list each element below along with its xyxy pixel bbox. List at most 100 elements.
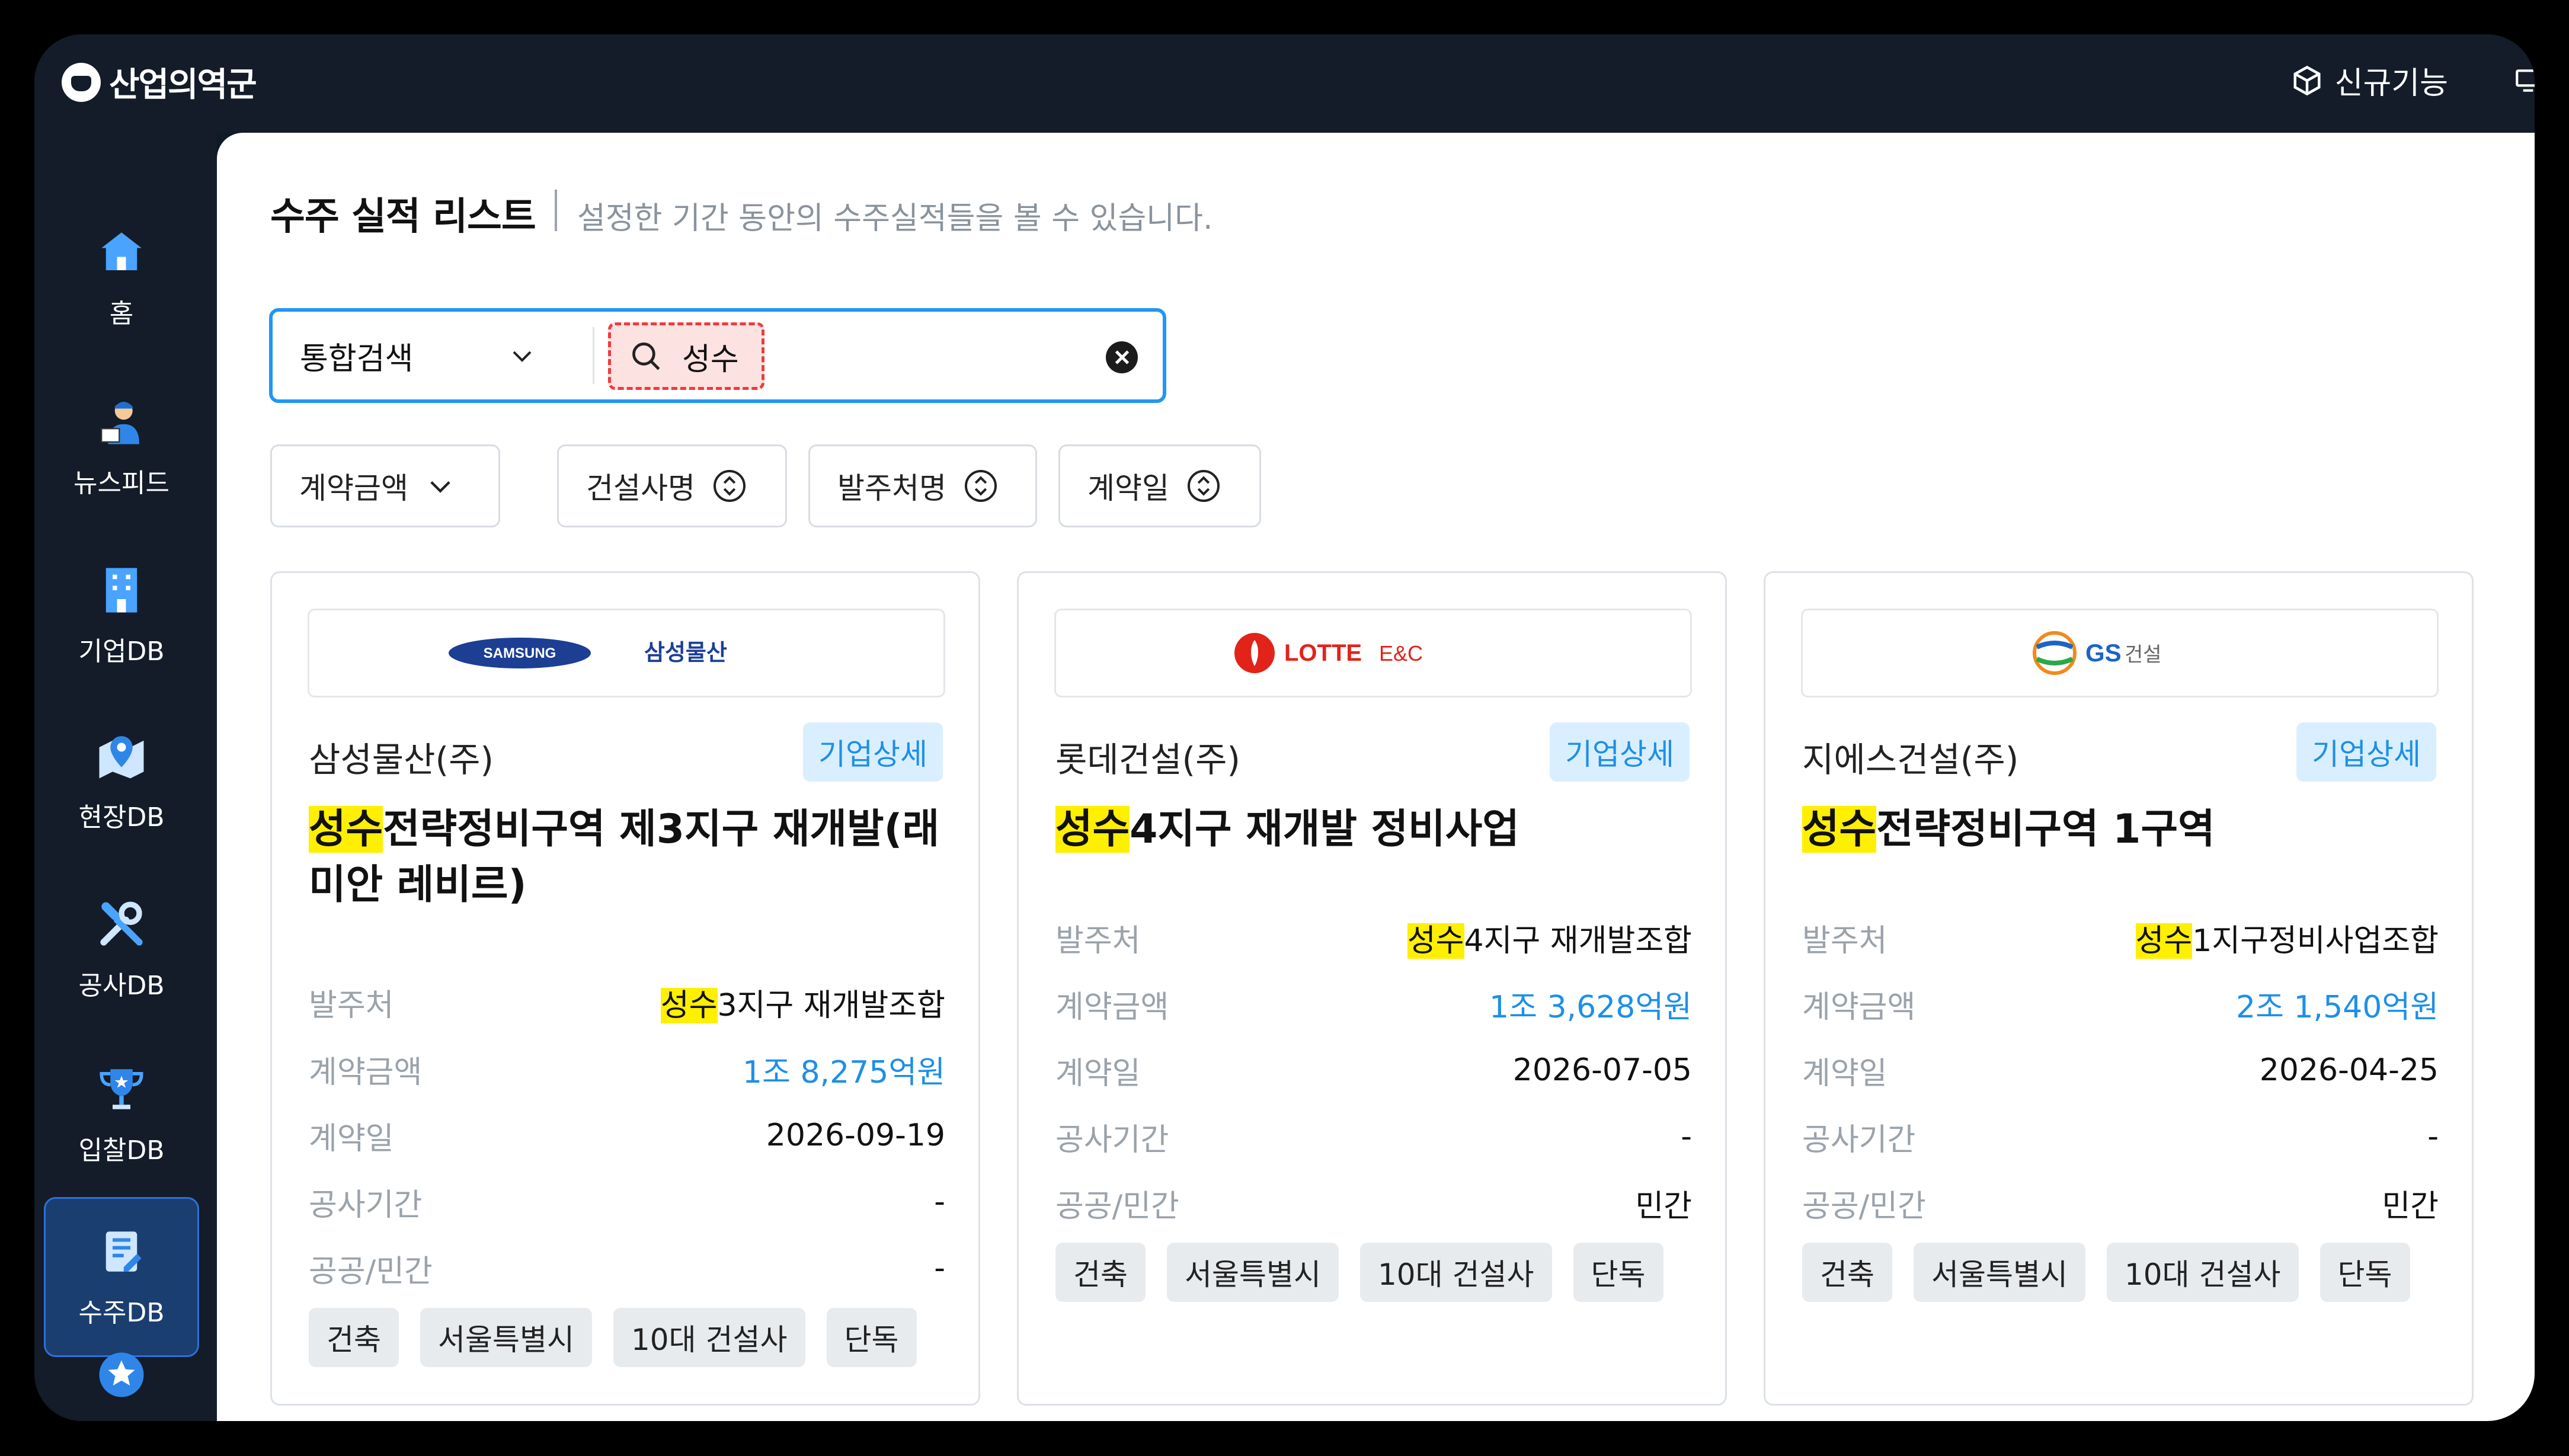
tag: 건축	[309, 1308, 399, 1367]
svg-text:건설: 건설	[2125, 643, 2162, 667]
app-logo[interactable]: 산업의역군	[62, 58, 257, 106]
tag: 10대 건설사	[613, 1308, 805, 1367]
sort-icon	[1188, 470, 1220, 502]
sidebar-item-label: 현장DB	[78, 802, 165, 833]
sidebar-item-newsfeed[interactable]: 뉴스피드	[44, 367, 199, 527]
sidebar-item-favorites[interactable]	[44, 1339, 199, 1410]
order-card[interactable]: SAMSUNG 삼성물산 삼성물산(주) 기업상세 성수전략정비구역 제3지구 …	[270, 571, 980, 1406]
info-row-client: 발주처 성수4지구 재개발조합	[1055, 923, 1692, 959]
company-logo: GS 건설	[1801, 609, 2439, 697]
news-icon	[101, 402, 139, 444]
building-icon	[105, 568, 137, 613]
sidebar-item-order-db[interactable]: 수주DB	[44, 1197, 199, 1357]
company-name: 지에스건설(주)	[1802, 740, 2019, 780]
tag: 서울특별시	[420, 1308, 592, 1367]
sidebar-item-site-db[interactable]: 현장DB	[44, 702, 199, 862]
sidebar-item-bid-db[interactable]: 입찰DB	[44, 1035, 199, 1195]
sidebar-item-company-db[interactable]: 기업DB	[44, 536, 199, 696]
info-row-amount: 계약금액 1조 3,628억원	[1055, 989, 1692, 1025]
filter-builder-name[interactable]: 건설사명	[557, 444, 787, 527]
info-row-sector: 공공/민간 민간	[1802, 1188, 2439, 1224]
logo-text: 산업의역군	[109, 66, 257, 104]
sidebar-item-home[interactable]: 홈	[44, 198, 199, 358]
new-feature-button[interactable]: 신규기능	[2291, 58, 2448, 103]
sidebar: 홈 뉴스피드 기업DB 현장DB 공사DB 입찰DB 수주DB	[34, 133, 217, 1421]
title-divider	[555, 190, 557, 231]
search-icon	[632, 343, 660, 370]
info-row-client: 발주처 성수1지구정비사업조합	[1802, 923, 2439, 959]
info-row-sector: 공공/민간 -	[309, 1250, 945, 1289]
sidebar-item-label: 수주DB	[78, 1298, 165, 1328]
order-card[interactable]: LOTTE E&C 롯데건설(주) 기업상세 성수4지구 재개발 정비사업 발주…	[1017, 571, 1727, 1406]
star-icon	[99, 1352, 144, 1397]
tag: 단독	[1573, 1243, 1663, 1302]
tools-icon	[100, 901, 143, 946]
info-row-period: 공사기간 -	[309, 1184, 945, 1223]
tag-list: 건축 서울특별시 10대 건설사 단독	[309, 1308, 917, 1367]
project-title[interactable]: 성수4지구 재개발 정비사업	[1055, 802, 1695, 857]
page-title: 수주 실적 리스트	[270, 195, 536, 239]
tag: 10대 건설사	[2107, 1243, 2299, 1302]
trophy-icon	[100, 1069, 143, 1109]
info-row-date: 계약일 2026-04-25	[1802, 1052, 2439, 1092]
company-name: 롯데건설(주)	[1055, 740, 1241, 780]
page-subtitle: 설정한 기간 동안의 수주실적들을 볼 수 있습니다.	[577, 201, 1213, 236]
tag-list: 건축 서울특별시 10대 건설사 단독	[1055, 1243, 1663, 1302]
order-card[interactable]: GS 건설 지에스건설(주) 기업상세 성수전략정비구역 1구역 발주처 성수1…	[1764, 571, 2474, 1406]
svg-text:GS: GS	[2085, 639, 2122, 667]
filter-client-name[interactable]: 발주처명	[808, 444, 1037, 527]
info-row-period: 공사기간 -	[1055, 1119, 1692, 1158]
sidebar-item-construction-db[interactable]: 공사DB	[44, 870, 199, 1030]
chevron-down-icon	[513, 351, 532, 362]
clear-search-button[interactable]	[1106, 341, 1138, 373]
company-logo: LOTTE E&C	[1054, 609, 1692, 697]
top-bar: 산업의역군 신규기능	[34, 34, 2535, 133]
samsung-logo: SAMSUNG 삼성물산	[449, 638, 727, 668]
company-detail-button[interactable]: 기업상세	[803, 722, 943, 782]
filter-label: 건설사명	[586, 471, 695, 505]
sort-icon	[714, 470, 746, 502]
tag: 건축	[1802, 1243, 1892, 1302]
tag: 단독	[826, 1308, 917, 1367]
filter-label: 계약일	[1087, 471, 1169, 505]
project-title[interactable]: 성수전략정비구역 제3지구 재개발(래미안 레비르)	[309, 802, 949, 913]
search-divider	[593, 327, 594, 384]
sidebar-item-label: 기업DB	[78, 636, 165, 667]
info-row-amount: 계약금액 1조 8,275억원	[309, 1054, 945, 1090]
tag: 서울특별시	[1914, 1243, 2085, 1302]
company-logo: SAMSUNG 삼성물산	[308, 609, 945, 697]
main-panel: 수주 실적 리스트 설정한 기간 동안의 수주실적들을 볼 수 있습니다. 통합…	[217, 133, 2535, 1421]
cube-icon	[2293, 65, 2321, 95]
search-query: 성수	[682, 341, 739, 377]
company-detail-button[interactable]: 기업상세	[2296, 722, 2436, 782]
svg-text:SAMSUNG: SAMSUNG	[484, 645, 556, 661]
gs-logo: GS 건설	[2033, 631, 2162, 675]
info-row-period: 공사기간 -	[1802, 1119, 2439, 1158]
tag: 단독	[2320, 1243, 2410, 1302]
company-detail-button[interactable]: 기업상세	[1550, 722, 1690, 782]
filter-contract-date[interactable]: 계약일	[1058, 444, 1261, 527]
map-pin-icon	[99, 736, 144, 779]
tag: 서울특별시	[1167, 1243, 1339, 1302]
info-row-date: 계약일 2026-07-05	[1055, 1052, 1692, 1092]
document-icon	[105, 1231, 142, 1272]
info-row-client: 발주처 성수3지구 재개발조합	[309, 987, 945, 1023]
search-input[interactable]: 성수	[608, 322, 764, 390]
info-row-sector: 공공/민간 민간	[1055, 1188, 1692, 1224]
company-name: 삼성물산(주)	[309, 740, 494, 780]
logo-helmet-icon	[62, 62, 101, 102]
chevron-down-icon	[430, 481, 450, 493]
tag: 10대 건설사	[1360, 1243, 1552, 1302]
filter-contract-amount[interactable]: 계약금액	[270, 444, 500, 527]
sidebar-item-label: 입찰DB	[78, 1135, 165, 1166]
tag-list: 건축 서울특별시 10대 건설사 단독	[1802, 1243, 2410, 1302]
info-row-date: 계약일 2026-09-19	[309, 1118, 945, 1157]
project-title[interactable]: 성수전략정비구역 1구역	[1802, 802, 2442, 857]
search-scope-select[interactable]: 통합검색	[300, 312, 536, 399]
svg-text:LOTTE: LOTTE	[1284, 640, 1362, 666]
monitor-icon[interactable]	[2513, 66, 2535, 95]
info-row-amount: 계약금액 2조 1,540억원	[1802, 989, 2439, 1025]
filter-label: 계약금액	[299, 471, 408, 505]
search-box: 통합검색 성수	[269, 308, 1166, 403]
search-scope-value: 통합검색	[300, 341, 414, 377]
